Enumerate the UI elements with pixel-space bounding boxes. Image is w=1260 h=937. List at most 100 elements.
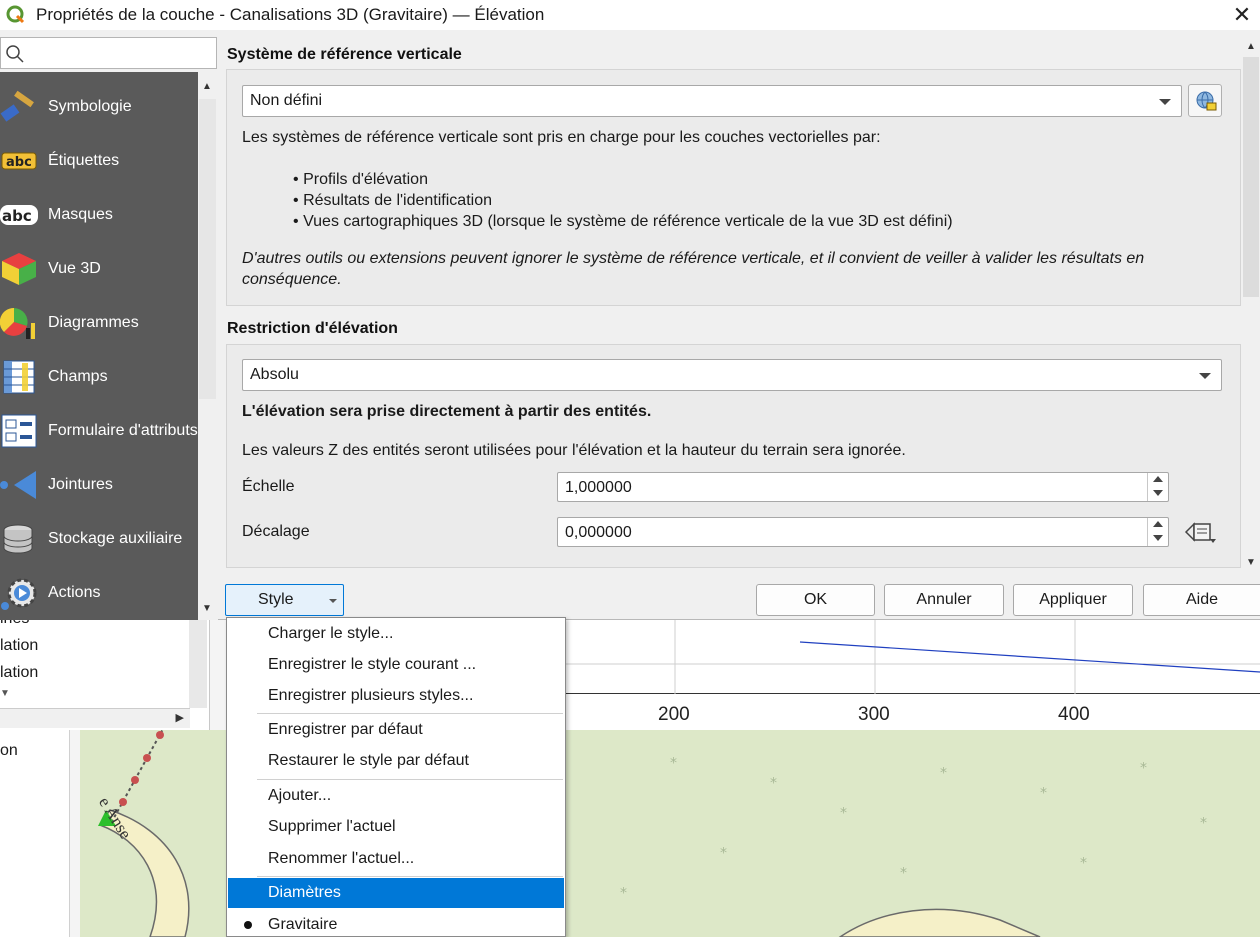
road-shape-2 (838, 908, 1041, 937)
axis-tick-label: 400 (1058, 704, 1090, 725)
scroll-up-arrow-icon[interactable]: ▲ (202, 81, 212, 92)
search-icon (6, 45, 24, 63)
sidebar-item-3d-view[interactable]: Vue 3D (0, 243, 198, 293)
grass-symbol-icon: ⁎ (720, 840, 727, 856)
vertical-crs-combo[interactable]: Non défini (242, 85, 1182, 117)
sidebar-item-label: Vue 3D (48, 259, 101, 277)
menu-item-add-style[interactable]: Ajouter... (228, 781, 564, 811)
sidebar-item-diagrams[interactable]: Diagrammes (0, 297, 198, 347)
current-style-dot-icon (244, 921, 252, 929)
sidebar-scroll-thumb[interactable] (199, 99, 216, 399)
clamping-description: Les valeurs Z des entités seront utilisé… (242, 442, 906, 459)
title-bar[interactable]: Propriétés de la couche - Canalisations … (0, 0, 1260, 30)
menu-item-load-style[interactable]: Charger le style... (228, 619, 564, 649)
grass-symbol-icon: ⁎ (770, 770, 777, 786)
help-button[interactable]: Aide (1143, 584, 1260, 616)
style-dropdown-menu: Charger le style... Enregistrer le style… (226, 617, 566, 937)
sidebar-search-input[interactable] (0, 37, 217, 69)
profile-grid (565, 620, 1260, 694)
masks-abc-icon: abc (0, 205, 38, 225)
scroll-right-arrow-icon[interactable]: ▶ (176, 711, 184, 724)
spin-up-icon[interactable] (1153, 521, 1163, 527)
vertical-crs-value: Non défini (250, 92, 323, 109)
sidebar-item-joins[interactable]: Jointures (0, 459, 198, 509)
main-scroll-thumb[interactable] (1243, 57, 1259, 297)
clamping-combo[interactable]: Absolu (242, 359, 1222, 391)
sidebar-item-labels[interactable]: abc Étiquettes (0, 135, 198, 185)
spin-arrows[interactable] (1147, 518, 1168, 546)
clamping-bold-description: L'élévation sera prise directement à par… (242, 403, 652, 420)
list-item: • Résultats de l'identification (293, 192, 492, 209)
menu-item-style-gravitaire[interactable]: Gravitaire (228, 910, 564, 937)
layer-fragment: lation (0, 664, 39, 681)
close-icon[interactable]: ✕ (1230, 2, 1254, 28)
grass-symbol-icon: ⁎ (1080, 850, 1087, 866)
sidebar-item-label: Masques (48, 205, 113, 223)
profile-x-axis: 200 300 400 (565, 694, 1260, 730)
diagram-icon (0, 307, 35, 339)
pipe-node (156, 731, 164, 739)
grass-symbol-icon: ⁎ (1200, 810, 1207, 826)
elevation-profile-plot[interactable] (565, 620, 1260, 694)
qgis-logo-icon (6, 5, 25, 24)
scroll-down-arrow-icon[interactable]: ▼ (202, 603, 212, 614)
cancel-button[interactable]: Annuler (884, 584, 1004, 616)
actions-gear-icon (1, 578, 37, 610)
labels-abc-icon: abc (1, 152, 37, 170)
offset-label: Décalage (242, 523, 310, 540)
menu-item-remove-current[interactable]: Supprimer l'actuel (228, 812, 564, 842)
menu-item-rename-current[interactable]: Renommer l'actuel... (228, 844, 564, 874)
layer-list-hscrollbar[interactable]: ▶ (0, 708, 190, 728)
vertical-crs-group: Non défini Les systèmes de référence ver… (226, 69, 1241, 306)
sidebar-item-actions[interactable]: Actions (0, 567, 198, 617)
axis-tick-label: 300 (858, 704, 890, 725)
scale-value: 1,000000 (565, 479, 632, 496)
scale-spinbox[interactable]: 1,000000 (557, 472, 1169, 502)
scroll-down-arrow-icon[interactable]: ▼ (0, 688, 204, 699)
auxiliary-storage-icon (3, 524, 33, 554)
menu-item-style-diametres[interactable]: Diamètres (228, 878, 564, 908)
sidebar-item-label: Champs (48, 367, 108, 385)
menu-separator (257, 876, 563, 877)
ok-button[interactable]: OK (756, 584, 875, 616)
list-item: • Profils d'élévation (293, 171, 428, 188)
chevron-down-icon (329, 599, 337, 603)
menu-item-save-multiple-styles[interactable]: Enregistrer plusieurs styles... (228, 681, 564, 711)
sidebar-item-attribute-form[interactable]: Formulaire d'attributs (0, 405, 198, 455)
background-side-panel: on (0, 730, 70, 937)
chevron-down-icon (1199, 373, 1211, 379)
chevron-down-icon (1159, 99, 1171, 105)
layer-properties-dialog: Propriétés de la couche - Canalisations … (0, 0, 1260, 620)
scroll-up-arrow-icon[interactable]: ▲ (1246, 41, 1256, 52)
spin-down-icon[interactable] (1153, 490, 1163, 496)
sidebar-item-fields[interactable]: Champs (0, 351, 198, 401)
spin-down-icon[interactable] (1153, 535, 1163, 541)
clamping-group: Absolu L'élévation sera prise directemen… (226, 344, 1241, 568)
data-defined-override-icon[interactable] (1184, 519, 1218, 545)
main-scrollbar[interactable]: ▲ ▼ (1242, 37, 1260, 574)
select-crs-button[interactable] (1188, 84, 1222, 117)
scale-label: Échelle (242, 478, 295, 495)
menu-item-restore-default[interactable]: Restaurer le style par défaut (228, 746, 564, 776)
style-button-label: Style (258, 591, 294, 608)
spin-up-icon[interactable] (1153, 476, 1163, 482)
profile-line (799, 641, 1260, 673)
offset-spinbox[interactable]: 0,000000 (557, 517, 1169, 547)
sidebar-item-masks[interactable]: abc Masques (0, 189, 198, 239)
menu-item-save-as-default[interactable]: Enregistrer par défaut (228, 715, 564, 745)
spin-arrows[interactable] (1147, 473, 1168, 501)
vertical-crs-heading: Système de référence verticale (227, 46, 462, 63)
sidebar-item-label: Diagrammes (48, 313, 139, 331)
scroll-down-arrow-icon[interactable]: ▼ (1246, 557, 1256, 568)
menu-separator (257, 779, 563, 780)
svg-text:abc: abc (2, 207, 32, 225)
joins-icon (0, 471, 36, 499)
sidebar-item-auxiliary-storage[interactable]: Stockage auxiliaire (0, 513, 198, 563)
menu-separator (257, 713, 563, 714)
window-title: Propriétés de la couche - Canalisations … (36, 5, 545, 24)
sidebar-item-symbology[interactable]: Symbologie (0, 81, 198, 131)
menu-item-save-current-style[interactable]: Enregistrer le style courant ... (228, 650, 564, 680)
style-menu-button[interactable]: Style (225, 584, 344, 616)
sidebar-scrollbar[interactable]: ▲ ▼ (198, 77, 218, 620)
apply-button[interactable]: Appliquer (1013, 584, 1133, 616)
